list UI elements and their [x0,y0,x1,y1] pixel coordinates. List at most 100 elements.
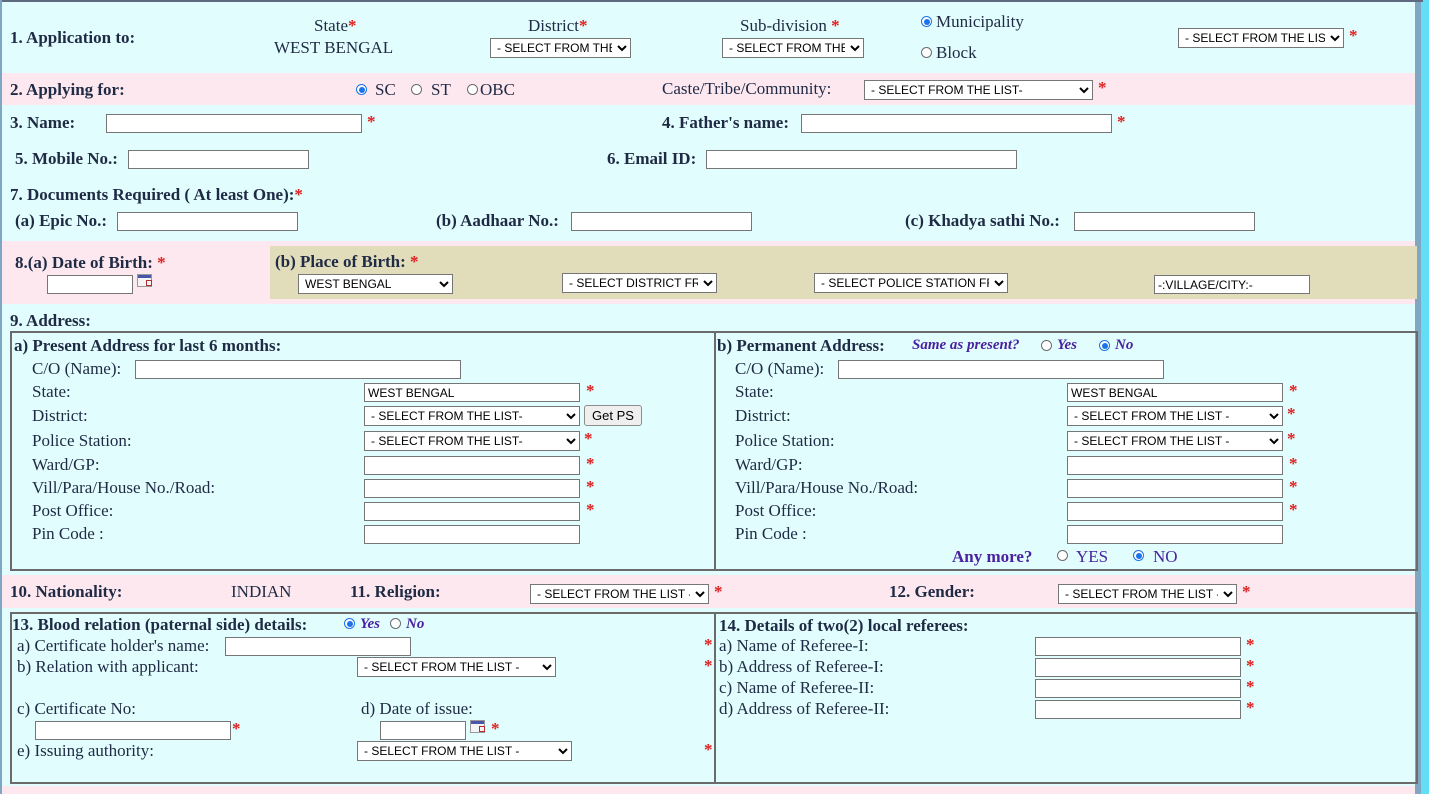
perm-vill-label: Vill/Para/House No./Road: [735,478,919,497]
required-mark: * [586,500,595,519]
issuing-authority-select[interactable]: - SELECT FROM THE LIST - [357,741,572,761]
calendar-icon[interactable] [470,720,485,733]
dob-label: 8.(a) Date of Birth: * [15,253,166,273]
present-co-label: C/O (Name): [32,359,122,378]
block-radio[interactable] [921,47,932,58]
perm-ps-select[interactable]: - SELECT FROM THE LIST - [1067,431,1283,451]
blood-yes-label: Yes [360,616,380,632]
pob-police-station-select[interactable]: - SELECT POLICE STATION FROM THE LIST- [814,273,1008,293]
epic-input[interactable] [117,212,298,231]
name-input[interactable] [106,114,362,133]
perm-po-input[interactable] [1067,502,1283,521]
section-1-label: 1. Application to: [10,28,136,47]
mobile-input[interactable] [128,150,309,169]
state-value: WEST BENGAL [274,38,394,57]
blood-no-radio[interactable] [390,618,401,629]
referee-label: d) Address of Referee-II: [719,699,890,718]
perm-ps-label: Police Station: [735,431,835,450]
address-label: 9. Address: [10,311,91,330]
email-label: 6. Email ID: [607,149,697,168]
religion-select[interactable]: - SELECT FROM THE LIST - [530,584,709,604]
pob-label: (b) Place of Birth: * [275,252,419,272]
present-ps-select[interactable]: - SELECT FROM THE LIST- [364,431,580,451]
dob-label-text: 8.(a) Date of Birth: [15,253,153,272]
required-mark: * [1246,656,1255,675]
st-radio[interactable] [411,84,422,95]
mobile-label: 5. Mobile No.: [15,149,118,168]
present-vill-input[interactable] [364,479,580,498]
relation-select[interactable]: - SELECT FROM THE LIST - [357,657,556,677]
present-pin-input[interactable] [364,525,580,544]
referee-1-name-input[interactable] [1035,637,1241,656]
pob-district-select[interactable]: - SELECT DISTRICT FROM THE LIST- [562,273,717,293]
cert-no-input[interactable] [35,721,231,740]
present-address-title: a) Present Address for last 6 months: [14,336,282,355]
municipality-radio[interactable] [921,16,932,27]
present-co-input[interactable] [135,360,461,379]
present-ps-label: Police Station: [32,431,132,450]
email-input[interactable] [706,150,1017,169]
any-more-yes-label: YES [1076,547,1109,566]
gender-label: 12. Gender: [889,582,975,601]
obc-radio[interactable] [467,84,478,95]
blood-relation-title: 13. Blood relation (paternal side) detai… [12,615,308,634]
date-of-issue-input[interactable] [380,721,466,740]
subdivision-select[interactable]: - SELECT FROM THE LIST- [722,38,864,58]
pob-state-select[interactable]: WEST BENGAL [298,274,453,294]
any-more-label: Any more? [952,547,1033,566]
present-district-select[interactable]: - SELECT FROM THE LIST- [364,406,580,426]
calendar-icon[interactable] [137,274,152,287]
required-mark: * [704,635,713,654]
referees-title: 14. Details of two(2) local referees: [719,616,969,635]
required-mark: * [367,112,376,131]
referee-2-address-input[interactable] [1035,700,1241,719]
holder-name-input[interactable] [225,637,411,656]
required-mark: * [348,16,357,35]
get-ps-button[interactable]: Get PS [584,405,642,426]
required-mark: * [714,582,723,601]
any-more-yes-radio[interactable] [1057,550,1068,561]
perm-pin-input[interactable] [1067,525,1283,544]
father-name-input[interactable] [801,114,1112,133]
obc-label: OBC [480,80,515,99]
same-as-present-label: Same as present? [912,337,1020,353]
perm-district-select[interactable]: - SELECT FROM THE LIST - [1067,406,1283,426]
required-mark: * [1242,582,1251,601]
referee-2-name-input[interactable] [1035,679,1241,698]
blood-yes-radio[interactable] [344,618,355,629]
sc-radio[interactable] [356,84,367,95]
perm-ward-input[interactable] [1067,456,1283,475]
khadya-input[interactable] [1074,212,1255,231]
perm-pin-label: Pin Code : [735,524,807,543]
referee-1-address-input[interactable] [1035,658,1241,677]
required-mark: * [157,253,166,272]
khadya-label: (c) Khadya sathi No.: [905,211,1060,230]
present-po-input[interactable] [364,502,580,521]
dob-input[interactable] [47,275,133,294]
bottom-row [2,786,1415,794]
issuing-authority-label: e) Issuing authority: [17,741,154,760]
present-state-input[interactable] [364,383,580,402]
referee-label: a) Name of Referee-I: [719,636,869,655]
pob-village-input[interactable] [1154,275,1310,294]
perm-state-label: State: [735,382,774,401]
required-mark: * [1287,429,1296,448]
caste-select[interactable]: - SELECT FROM THE LIST- [864,80,1093,100]
perm-co-input[interactable] [838,360,1164,379]
any-more-no-radio[interactable] [1133,550,1144,561]
present-ward-input[interactable] [364,456,580,475]
cert-no-label: c) Certificate No: [17,699,136,718]
local-body-select[interactable]: - SELECT FROM THE LIST- [1178,28,1344,48]
same-yes-radio[interactable] [1041,340,1052,351]
required-mark: * [1246,677,1255,696]
same-no-radio[interactable] [1099,340,1110,351]
required-mark: * [491,719,500,738]
required-mark: * [294,185,303,204]
nationality-value: INDIAN [231,582,292,601]
application-district-select[interactable]: - SELECT FROM THE LIST- [490,38,631,58]
perm-state-input[interactable] [1067,383,1283,402]
perm-vill-input[interactable] [1067,479,1283,498]
gender-select[interactable]: - SELECT FROM THE LIST - [1058,584,1237,604]
required-mark: * [1289,500,1298,519]
aadhaar-input[interactable] [571,212,752,231]
